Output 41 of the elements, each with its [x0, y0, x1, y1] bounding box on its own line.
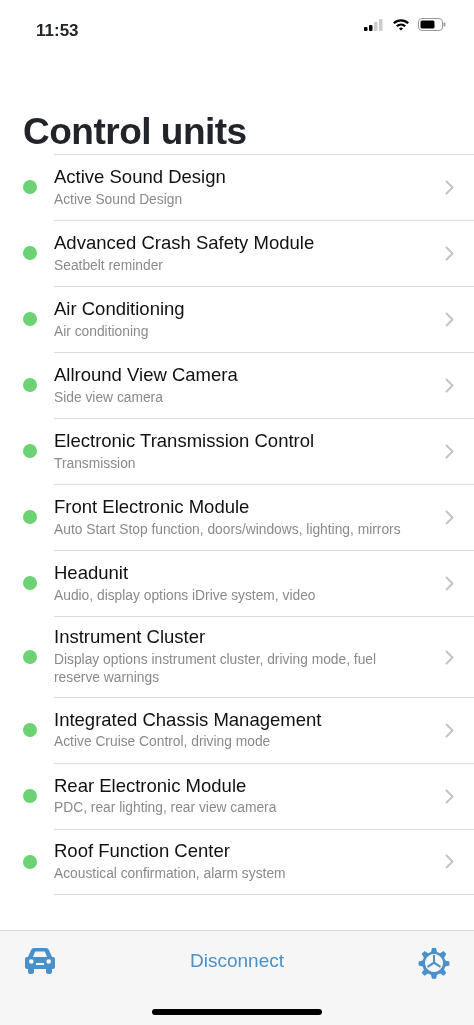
- unit-name: Roof Function Center: [54, 840, 231, 863]
- unit-name: Air Conditioning: [54, 298, 186, 321]
- unit-description: Audio, display options iDrive system, video: [54, 586, 317, 605]
- settings-icon[interactable]: [418, 947, 450, 979]
- battery-icon: [418, 18, 446, 31]
- chevron-icon[interactable]: [445, 246, 454, 262]
- chevron-icon[interactable]: [445, 312, 454, 328]
- chevron-icon[interactable]: [445, 510, 454, 526]
- unit-description: Display options instrument cluster, driving mode, fuel reserve warnings: [54, 650, 378, 688]
- unit-description: Acoustical confirmation, alarm system: [54, 864, 287, 883]
- status-time: 11:53: [36, 20, 79, 42]
- unit-name: Allround View Camera: [54, 364, 239, 387]
- car-icon[interactable]: [24, 947, 56, 974]
- wifi-icon: [392, 18, 410, 31]
- chevron-icon[interactable]: [445, 444, 454, 460]
- unit-description: Active Sound Design: [54, 190, 184, 209]
- unit-name: Advanced Crash Safety Module: [54, 232, 316, 255]
- chevron-icon[interactable]: [445, 722, 454, 738]
- unit-description: Seatbelt reminder: [54, 256, 164, 275]
- chevron-icon[interactable]: [445, 854, 454, 870]
- unit-name: Rear Electronic Module: [54, 774, 248, 798]
- chevron-icon[interactable]: [445, 576, 454, 592]
- page-title: Control units: [23, 110, 248, 154]
- chevron-icon[interactable]: [445, 180, 454, 196]
- unit-name: Integrated Chassis Management: [54, 708, 323, 732]
- unit-description: Transmission: [54, 454, 137, 473]
- unit-name: Instrument Cluster: [54, 626, 207, 649]
- chevron-icon[interactable]: [445, 788, 454, 804]
- chevron-icon[interactable]: [445, 649, 454, 665]
- chevron-icon[interactable]: [445, 378, 454, 394]
- signal-icon: [364, 18, 384, 31]
- unit-description: Auto Start Stop function, doors/windows, lighting, mirrors: [54, 520, 402, 539]
- unit-description: Air conditioning: [54, 322, 150, 341]
- unit-name: Headunit: [54, 562, 130, 585]
- unit-description: PDC, rear lighting, rear view camera: [54, 799, 278, 818]
- disconnect-button[interactable]: Disconnect: [190, 947, 284, 976]
- unit-description: Side view camera: [54, 388, 164, 407]
- unit-name: Front Electronic Module: [54, 496, 251, 519]
- unit-name: Active Sound Design: [54, 166, 227, 189]
- unit-description: Active Cruise Control, driving mode: [54, 733, 272, 752]
- unit-name: Electronic Transmission Control: [54, 430, 316, 453]
